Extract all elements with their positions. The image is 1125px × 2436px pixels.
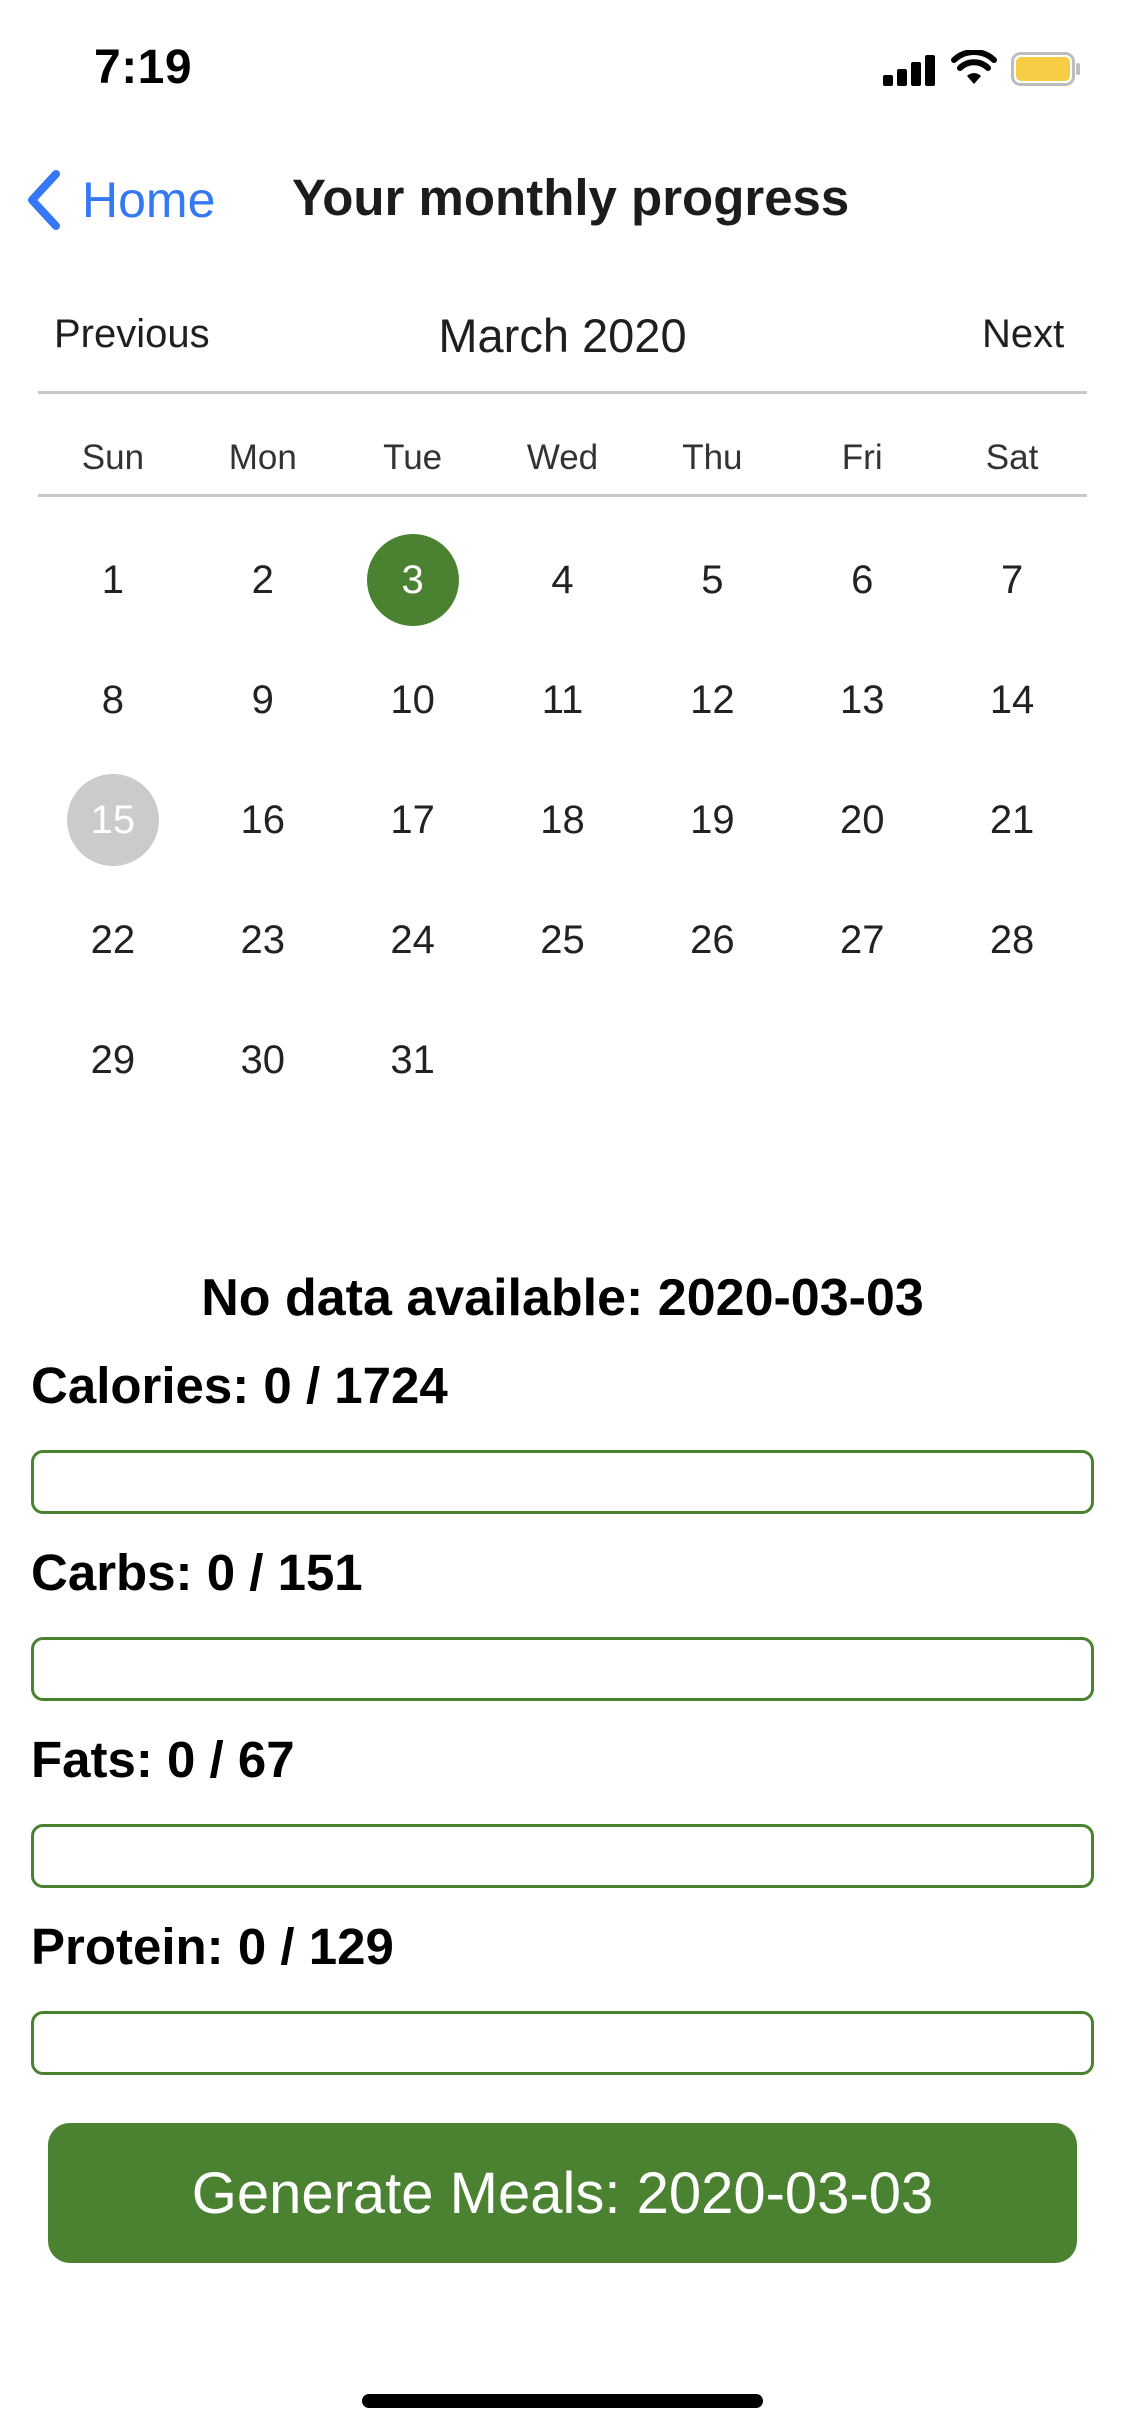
calendar-day-1[interactable]: 1 (67, 534, 159, 626)
fats-label: Fats: 0 / 67 (31, 1731, 295, 1788)
no-data-message: No data available: 2020-03-03 (201, 1269, 924, 1327)
calendar-divider (38, 391, 1087, 394)
calendar-day-cell: 20 (787, 760, 937, 880)
weekday-header: Sun Mon Tue Wed Thu Fri Sat (38, 438, 1087, 478)
calendar-day-12[interactable]: 12 (666, 654, 758, 746)
calendar-day-cell: 8 (38, 640, 188, 760)
calendar-day-cell: 25 (488, 880, 638, 1000)
status-bar: 7:19 (0, 0, 1125, 135)
calendar-day-cell: 18 (488, 760, 638, 880)
status-time: 7:19 (94, 41, 193, 94)
calories-label: Calories: 0 / 1724 (31, 1357, 448, 1414)
calendar-day-24[interactable]: 24 (367, 894, 459, 986)
protein-progress-bar (31, 2011, 1094, 2075)
back-button[interactable]: Home (24, 165, 215, 235)
calendar-day-29[interactable]: 29 (67, 1014, 159, 1106)
weekday-label: Wed (526, 438, 599, 477)
calendar-day-cell: 3 (338, 520, 488, 640)
weekday-label: Sat (985, 438, 1039, 477)
generate-meals-button[interactable]: Generate Meals: 2020-03-03 (48, 2123, 1077, 2263)
calendar-day-27[interactable]: 27 (816, 894, 908, 986)
calendar-day-16[interactable]: 16 (217, 774, 309, 866)
calendar-day-30[interactable]: 30 (217, 1014, 309, 1106)
calendar-divider (38, 494, 1087, 497)
calendar-day-cell: 17 (338, 760, 488, 880)
calendar-day-cell: 19 (637, 760, 787, 880)
carbs-label: Carbs: 0 / 151 (31, 1544, 363, 1601)
calendar-day-cell: 14 (937, 640, 1087, 760)
next-month-button[interactable]: Next (982, 312, 1064, 357)
carbs-progress-bar (31, 1637, 1094, 1701)
calendar-day-cell: 9 (188, 640, 338, 760)
calendar-day-cell: 13 (787, 640, 937, 760)
calendar-day-cell: 26 (637, 880, 787, 1000)
calendar-day-21[interactable]: 21 (966, 774, 1058, 866)
calendar-day-28[interactable]: 28 (966, 894, 1058, 986)
calendar-day-7[interactable]: 7 (966, 534, 1058, 626)
fats-progress-bar (31, 1824, 1094, 1888)
calendar-day-cell: 23 (188, 880, 338, 1000)
calendar-day-cell: 7 (937, 520, 1087, 640)
calendar-day-cell: 22 (38, 880, 188, 1000)
calendar-day-cell: 24 (338, 880, 488, 1000)
calendar-day-26[interactable]: 26 (666, 894, 758, 986)
home-indicator (362, 2394, 763, 2408)
calendar-day-9[interactable]: 9 (217, 654, 309, 746)
calendar-day-17[interactable]: 17 (367, 774, 459, 866)
calendar-day-cell: 2 (188, 520, 338, 640)
calendar-day-2[interactable]: 2 (217, 534, 309, 626)
calendar-day-cell: 21 (937, 760, 1087, 880)
calendar-day-cell: 1 (38, 520, 188, 640)
calendar-day-cell: 16 (188, 760, 338, 880)
calories-progress-bar (31, 1450, 1094, 1514)
calendar-month-title: March 2020 (438, 309, 687, 362)
calendar-days-grid: 1 2 3 4 5 6 7 8 9 10 11 12 13 14 15 16 17 18 19 20 21 22 23 24 2… (38, 520, 1087, 1120)
back-label: Home (82, 172, 216, 228)
weekday-label: Fri (841, 438, 883, 477)
weekday-label: Sun (81, 438, 145, 477)
calendar-day-cell: 28 (937, 880, 1087, 1000)
calendar-day-13[interactable]: 13 (816, 654, 908, 746)
weekday-label: Thu (682, 438, 743, 477)
calendar-day-cell: 5 (637, 520, 787, 640)
protein-label: Protein: 0 / 129 (31, 1918, 394, 1975)
cellular-signal-icon (883, 54, 935, 86)
calendar-day-cell: 29 (38, 1000, 188, 1120)
calendar-day-cell: 6 (787, 520, 937, 640)
calendar-day-cell: 30 (188, 1000, 338, 1120)
calendar-day-5[interactable]: 5 (666, 534, 758, 626)
calendar-day-cell: 11 (488, 640, 638, 760)
calendar-day-31[interactable]: 31 (367, 1014, 459, 1106)
calendar-day-cell: 15 (38, 760, 188, 880)
calendar-day-15[interactable]: 15 (66, 774, 159, 866)
calendar-day-18[interactable]: 18 (516, 774, 608, 866)
calendar-day-3[interactable]: 3 (366, 534, 459, 626)
calendar-day-8[interactable]: 8 (67, 654, 159, 746)
calendar-day-cell: 31 (338, 1000, 488, 1120)
calendar-day-19[interactable]: 19 (666, 774, 758, 866)
battery-icon (1011, 52, 1080, 86)
calendar-day-cell: 10 (338, 640, 488, 760)
calendar-day-25[interactable]: 25 (516, 894, 608, 986)
calendar-day-20[interactable]: 20 (816, 774, 908, 866)
wifi-icon (951, 50, 997, 84)
calendar-day-6[interactable]: 6 (816, 534, 908, 626)
calendar-day-cell: 4 (488, 520, 638, 640)
calendar-day-10[interactable]: 10 (367, 654, 459, 746)
weekday-label: Tue (383, 438, 443, 477)
calendar-day-14[interactable]: 14 (966, 654, 1058, 746)
calendar-day-cell: 12 (637, 640, 787, 760)
calendar-day-22[interactable]: 22 (67, 894, 159, 986)
calendar-day-23[interactable]: 23 (217, 894, 309, 986)
calendar-day-4[interactable]: 4 (516, 534, 608, 626)
page-title: Your monthly progress (292, 169, 850, 226)
calendar-day-cell: 27 (787, 880, 937, 1000)
weekday-label: Mon (228, 438, 297, 477)
chevron-left-icon (28, 170, 60, 230)
calendar-day-11[interactable]: 11 (516, 654, 608, 746)
